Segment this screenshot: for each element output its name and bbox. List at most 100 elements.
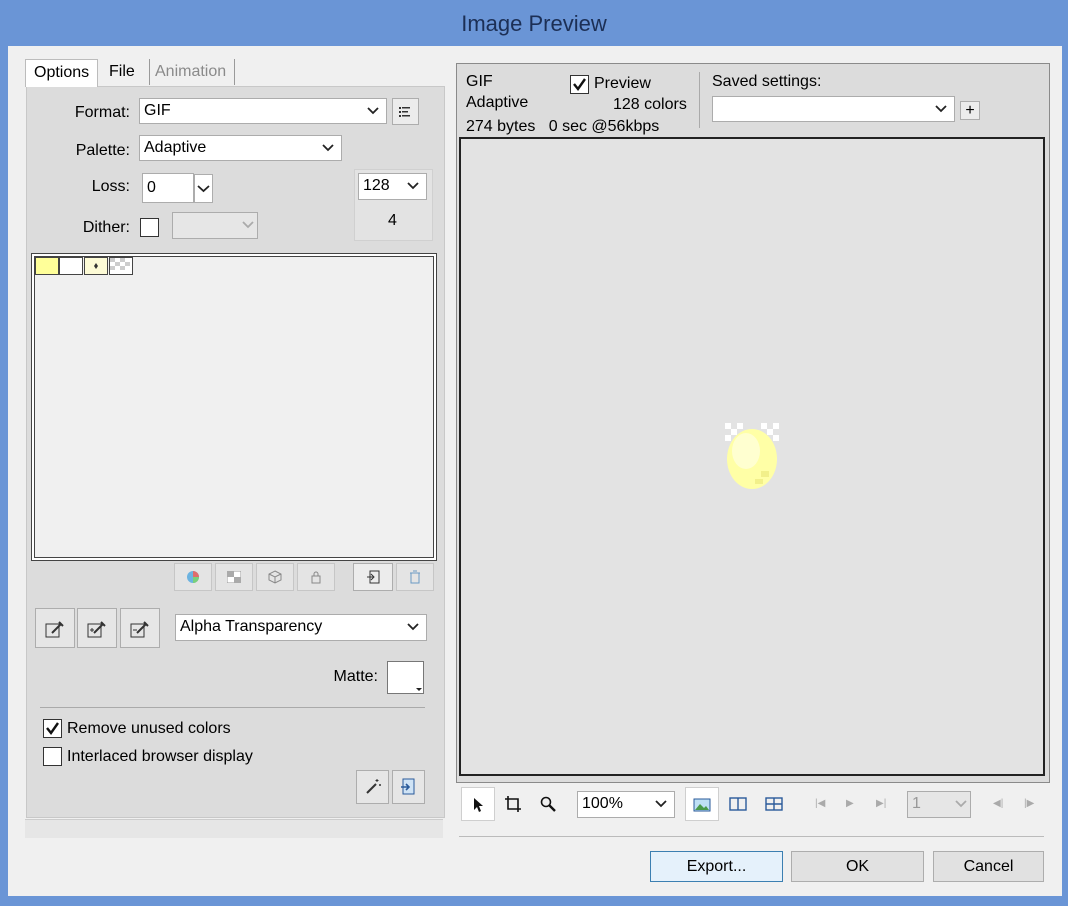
format-options-icon [399, 107, 410, 117]
transparent-swatch[interactable] [109, 257, 133, 275]
palette-swatch[interactable] [59, 257, 83, 275]
transparency-select[interactable]: Alpha Transparency [175, 614, 427, 641]
matte-color-swatch[interactable] [387, 661, 424, 694]
footer-divider [459, 836, 1044, 837]
preview-canvas [459, 137, 1045, 776]
palette-swatch[interactable] [84, 257, 108, 275]
previous-frame-icon[interactable]: ◀| [993, 798, 1003, 809]
chevron-down-icon [241, 213, 255, 245]
colors-value: 128 [363, 177, 390, 194]
eyedropper-icon [45, 621, 64, 638]
magic-wand-icon [365, 779, 381, 794]
interlaced-checkbox[interactable] [43, 747, 62, 766]
zoom-tool-button[interactable] [531, 787, 565, 821]
delete-color-button[interactable] [396, 563, 434, 591]
first-frame-icon[interactable]: |◀ [815, 798, 825, 809]
cancel-button[interactable]: Cancel [933, 851, 1044, 882]
colors-count: 4 [388, 212, 397, 229]
format-value: GIF [144, 102, 171, 119]
pointer-tool-button[interactable] [461, 787, 495, 821]
tab-file[interactable]: File [101, 59, 150, 85]
chevron-down-icon [934, 97, 948, 129]
preview-label: Preview [594, 75, 651, 92]
preview-colors-info: 128 colors [613, 96, 687, 113]
color-wheel-icon [187, 571, 199, 583]
egg-image [725, 423, 779, 489]
lock-color-button[interactable] [297, 563, 335, 591]
palette-select[interactable]: Adaptive [139, 135, 342, 161]
preview-palette: Adaptive [466, 94, 529, 111]
export-wizard-icon [400, 778, 414, 795]
four-up-view-button[interactable] [757, 787, 791, 821]
eyedropper-minus-icon [130, 621, 149, 638]
palette-swatch[interactable] [35, 257, 59, 275]
tab-strip: Options File Animation [25, 59, 445, 87]
color-wheel-button[interactable] [174, 563, 212, 591]
saved-settings-label: Saved settings: [712, 73, 822, 90]
matte-label: Matte: [333, 668, 378, 685]
select-transparency-button[interactable] [35, 608, 75, 648]
preview-size-info: 274 bytes 0 sec @56kbps [466, 118, 660, 135]
export-button[interactable]: Export... [650, 851, 783, 882]
single-view-button[interactable] [685, 787, 719, 821]
transparency-value: Alpha Transparency [180, 618, 323, 635]
colors-select[interactable]: 128 [358, 173, 427, 200]
checkmark-icon [46, 722, 59, 736]
checkmark-icon [573, 78, 586, 92]
remove-transparency-button[interactable] [120, 608, 160, 648]
loss-dropdown-button[interactable] [194, 174, 213, 203]
interlaced-label: Interlaced browser display [67, 748, 253, 765]
ok-button[interactable]: OK [791, 851, 924, 882]
format-select[interactable]: GIF [139, 98, 387, 124]
remove-unused-checkbox[interactable] [43, 719, 62, 738]
loss-label: Loss: [91, 178, 130, 195]
dither-checkbox[interactable] [140, 218, 159, 237]
chevron-down-icon [321, 136, 335, 168]
loss-input[interactable]: 0 [142, 173, 194, 203]
chevron-down-icon [197, 185, 210, 193]
last-frame-icon[interactable]: ▶| [876, 798, 886, 809]
preview-checkbox[interactable] [570, 75, 589, 94]
palette-label: Palette: [75, 142, 130, 159]
saved-settings-select[interactable] [712, 96, 955, 122]
chevron-down-icon [654, 792, 668, 824]
chevron-down-icon [954, 792, 968, 824]
add-color-icon [367, 570, 380, 584]
play-icon[interactable]: ▶ [846, 798, 854, 809]
chevron-down-icon [406, 615, 420, 647]
transparent-color-button[interactable] [215, 563, 253, 591]
add-setting-button[interactable]: + [960, 101, 980, 120]
remove-unused-label: Remove unused colors [67, 720, 231, 737]
tab-options[interactable]: Options [25, 59, 99, 87]
tab-animation[interactable]: Animation [147, 59, 236, 85]
chevron-down-icon [406, 174, 420, 206]
optimize-wizard-button[interactable] [356, 770, 389, 804]
dither-amount-select[interactable] [172, 212, 258, 239]
websnap-button[interactable] [256, 563, 294, 591]
frame-select[interactable]: 1 [907, 791, 971, 818]
checker-icon [226, 570, 242, 584]
pointer-icon [474, 798, 483, 812]
crop-tool-button[interactable] [496, 787, 530, 821]
format-label: Format: [74, 104, 130, 121]
palette-grid [34, 256, 434, 558]
dialog-client: Options File Animation Format: GIF Palet… [8, 46, 1062, 896]
color-palette [31, 253, 437, 561]
crop-icon [505, 796, 521, 812]
zoom-select[interactable]: 100% [577, 791, 675, 818]
diamond-icon [94, 263, 98, 269]
two-up-view-button[interactable] [721, 787, 755, 821]
add-transparency-button[interactable] [77, 608, 117, 648]
export-wizard-button[interactable] [392, 770, 425, 804]
cube-icon [268, 570, 282, 584]
title-bar: Image Preview [0, 0, 1068, 46]
trash-icon [410, 570, 420, 584]
add-color-button[interactable] [353, 563, 393, 591]
next-frame-icon[interactable]: |▶ [1024, 798, 1034, 809]
info-divider [699, 72, 700, 128]
chevron-down-icon [416, 688, 422, 691]
zoom-icon [540, 796, 556, 812]
frame-value: 1 [912, 795, 921, 812]
grid-view-icon [765, 797, 783, 811]
format-options-button[interactable] [392, 98, 419, 125]
